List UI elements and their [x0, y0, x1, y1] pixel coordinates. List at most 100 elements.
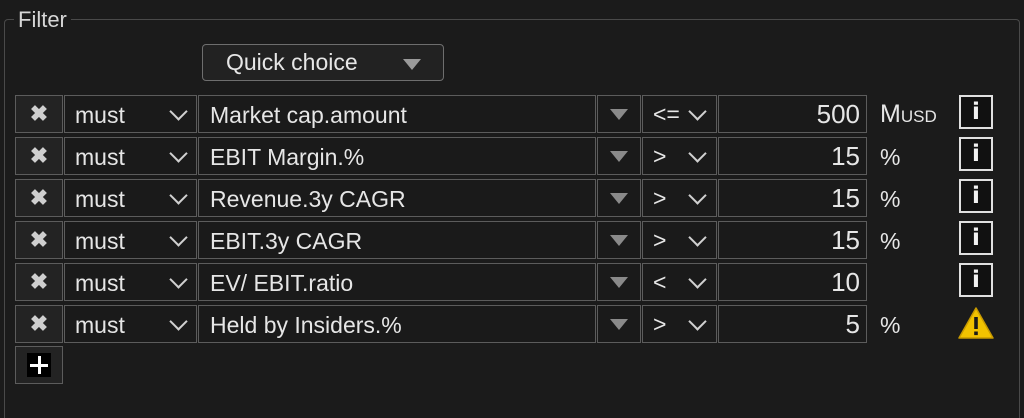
- quick-choice-button[interactable]: Quick choice: [202, 44, 444, 81]
- value-text: 5: [845, 309, 860, 339]
- field-input[interactable]: EBIT.3y CAGR: [198, 221, 596, 259]
- chevron-down-icon: [688, 270, 707, 289]
- triangle-down-icon: [610, 192, 628, 204]
- unit-sub: USD: [900, 107, 937, 126]
- mode-select[interactable]: must: [64, 263, 197, 301]
- triangle-down-icon: [610, 276, 628, 288]
- chevron-down-icon: [169, 312, 188, 331]
- mode-value: must: [75, 228, 125, 254]
- filter-panel: [4, 19, 1020, 418]
- value-text: 10: [831, 267, 860, 297]
- field-value: Held by Insiders.%: [210, 312, 402, 338]
- triangle-down-icon: [610, 108, 628, 120]
- operator-select[interactable]: >: [642, 221, 717, 259]
- info-icon[interactable]: i: [959, 179, 993, 213]
- plus-icon: [27, 353, 51, 377]
- field-dropdown-button[interactable]: [597, 221, 641, 259]
- field-dropdown-button[interactable]: [597, 95, 641, 133]
- delete-row-button[interactable]: ✖: [15, 179, 63, 217]
- mode-value: must: [75, 312, 125, 338]
- add-row-button[interactable]: [15, 346, 63, 384]
- mode-select[interactable]: must: [64, 137, 197, 175]
- chevron-down-icon: [688, 312, 707, 331]
- info-icon[interactable]: i: [959, 95, 993, 129]
- close-icon: ✖: [29, 185, 49, 210]
- delete-row-button[interactable]: ✖: [15, 137, 63, 175]
- close-icon: ✖: [29, 311, 49, 336]
- info-glyph: i: [972, 267, 980, 293]
- operator-value: >: [653, 227, 667, 253]
- quick-choice-label: Quick choice: [226, 49, 358, 75]
- filter-row: ✖ must EBIT Margin.% > 15 % i: [0, 137, 1024, 175]
- close-icon: ✖: [29, 101, 49, 126]
- unit-main: %: [880, 186, 901, 212]
- mode-value: must: [75, 186, 125, 212]
- operator-select[interactable]: <: [642, 263, 717, 301]
- value-input[interactable]: 10: [718, 263, 867, 301]
- value-input[interactable]: 500: [718, 95, 867, 133]
- filter-row: ✖ must Held by Insiders.% > 5 %: [0, 305, 1024, 343]
- field-input[interactable]: EV/ EBIT.ratio: [198, 263, 596, 301]
- mode-select[interactable]: must: [64, 305, 197, 343]
- unit-label: %: [880, 312, 900, 339]
- operator-select[interactable]: >: [642, 305, 717, 343]
- field-dropdown-button[interactable]: [597, 179, 641, 217]
- unit-label: %: [880, 144, 900, 171]
- info-icon[interactable]: i: [959, 221, 993, 255]
- filter-row: ✖ must EV/ EBIT.ratio < 10 i: [0, 263, 1024, 301]
- value-input[interactable]: 15: [718, 179, 867, 217]
- info-icon[interactable]: i: [959, 137, 993, 171]
- field-input[interactable]: EBIT Margin.%: [198, 137, 596, 175]
- info-glyph: i: [972, 225, 980, 251]
- triangle-down-icon: [610, 318, 628, 330]
- field-value: Revenue.3y CAGR: [210, 186, 406, 212]
- unit-main: M: [880, 100, 901, 128]
- warning-icon[interactable]: [957, 306, 995, 340]
- field-value: EV/ EBIT.ratio: [210, 270, 354, 296]
- mode-select[interactable]: must: [64, 221, 197, 259]
- unit-main: %: [880, 228, 901, 254]
- chevron-down-icon: [688, 186, 707, 205]
- mode-value: must: [75, 102, 125, 128]
- triangle-down-icon: [403, 59, 421, 70]
- chevron-down-icon: [169, 186, 188, 205]
- field-dropdown-button[interactable]: [597, 137, 641, 175]
- info-icon[interactable]: i: [959, 263, 993, 297]
- delete-row-button[interactable]: ✖: [15, 95, 63, 133]
- field-dropdown-button[interactable]: [597, 263, 641, 301]
- operator-select[interactable]: <=: [642, 95, 717, 133]
- operator-value: <: [653, 269, 667, 295]
- delete-row-button[interactable]: ✖: [15, 263, 63, 301]
- triangle-down-icon: [610, 150, 628, 162]
- operator-select[interactable]: >: [642, 137, 717, 175]
- info-glyph: i: [972, 183, 980, 209]
- field-value: EBIT Margin.%: [210, 144, 365, 170]
- info-glyph: i: [972, 141, 980, 167]
- field-dropdown-button[interactable]: [597, 305, 641, 343]
- unit-main: %: [880, 312, 901, 338]
- unit-label: %: [880, 186, 900, 213]
- operator-select[interactable]: >: [642, 179, 717, 217]
- value-text: 15: [831, 183, 860, 213]
- field-input[interactable]: Held by Insiders.%: [198, 305, 596, 343]
- chevron-down-icon: [688, 144, 707, 163]
- close-icon: ✖: [29, 143, 49, 168]
- delete-row-button[interactable]: ✖: [15, 305, 63, 343]
- value-input[interactable]: 15: [718, 137, 867, 175]
- chevron-down-icon: [169, 228, 188, 247]
- mode-value: must: [75, 270, 125, 296]
- mode-select[interactable]: must: [64, 95, 197, 133]
- filter-row: ✖ must Revenue.3y CAGR > 15 % i: [0, 179, 1024, 217]
- delete-row-button[interactable]: ✖: [15, 221, 63, 259]
- field-value: EBIT.3y CAGR: [210, 228, 363, 254]
- value-text: 500: [816, 99, 860, 129]
- mode-select[interactable]: must: [64, 179, 197, 217]
- info-glyph: i: [972, 99, 980, 125]
- value-input[interactable]: 5: [718, 305, 867, 343]
- field-input[interactable]: Revenue.3y CAGR: [198, 179, 596, 217]
- field-input[interactable]: Market cap.amount: [198, 95, 596, 133]
- chevron-down-icon: [169, 144, 188, 163]
- operator-value: >: [653, 185, 667, 211]
- value-input[interactable]: 15: [718, 221, 867, 259]
- chevron-down-icon: [688, 228, 707, 247]
